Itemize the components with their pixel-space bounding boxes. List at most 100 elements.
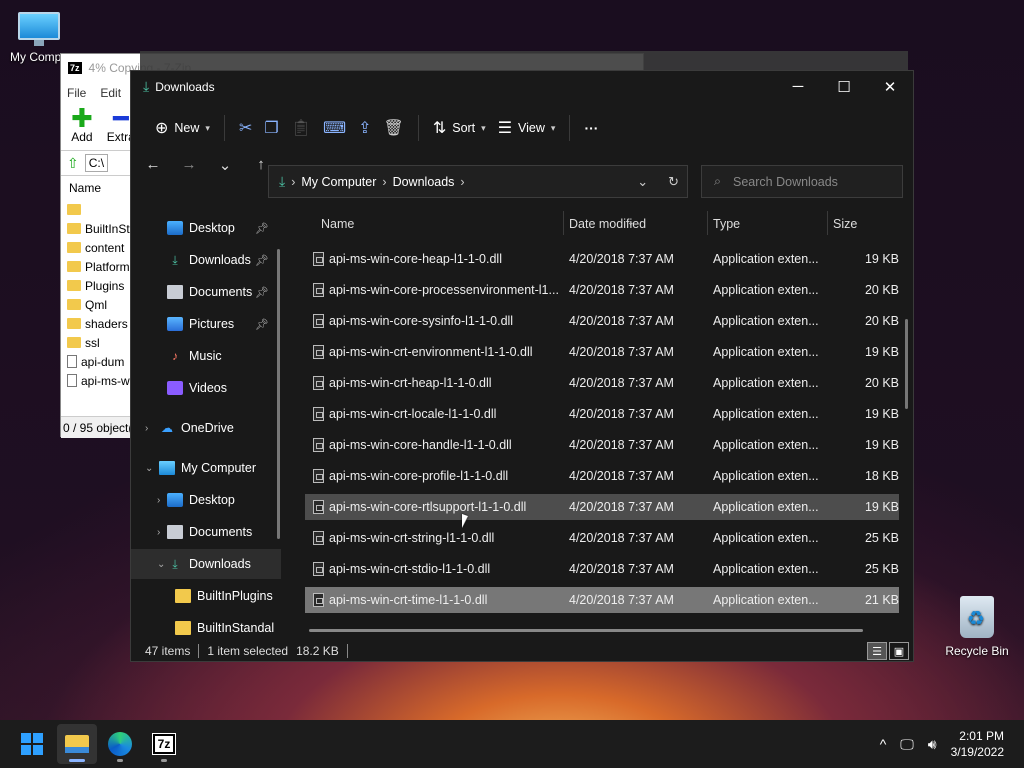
breadcrumb-downloads[interactable]: Downloads — [393, 175, 455, 189]
taskbar-file-explorer[interactable] — [57, 724, 97, 764]
taskbar-edge[interactable] — [100, 724, 140, 764]
navigation-pane[interactable]: Desktop 📌︎ ⤓ Downloads 📌︎ Documents 📌︎ Pictures… — [131, 209, 281, 639]
paste-button[interactable]: 📋︎ — [285, 111, 317, 145]
recent-locations-button[interactable]: ⌄ — [209, 156, 241, 174]
more-options-button[interactable]: ··· — [578, 111, 604, 145]
sort-button[interactable]: ⇅ Sort ▾ — [427, 111, 492, 145]
sidebar-item-desktop[interactable]: › Desktop — [131, 485, 281, 515]
file-explorer-window[interactable]: ⤓ Downloads ─ ☐ ✕ ⊕ New ▾ ✂ ❐ 📋︎ ⌨ ⇪ 🗑︎ … — [130, 70, 914, 662]
menu-file[interactable]: File — [67, 86, 86, 100]
file-row[interactable]: api-ms-win-crt-stdio-l1-1-0.dll 4/20/2018… — [305, 556, 899, 582]
close-button[interactable]: ✕ — [867, 71, 913, 102]
file-row[interactable]: api-ms-win-core-profile-l1-1-0.dll 4/20/2… — [305, 463, 899, 489]
sevenzip-logo-icon: 7z — [67, 61, 83, 75]
file-list[interactable]: Name ⌄ Date modified Type Size api-ms-wi… — [305, 209, 905, 635]
search-input[interactable]: ⌕ Search Downloads — [701, 165, 903, 198]
cut-button[interactable]: ✂ — [233, 111, 258, 145]
file-row[interactable]: api-ms-win-core-handle-l1-1-0.dll 4/20/20… — [305, 432, 899, 458]
rename-icon: ⌨ — [323, 120, 347, 137]
file-size: 19 KB — [864, 500, 899, 514]
explorer-titlebar[interactable]: ⤓ Downloads ─ ☐ ✕ — [131, 71, 913, 102]
tiles-view-icon[interactable]: ▣ — [889, 642, 909, 660]
view-button[interactable]: ☰ View ▾ — [492, 111, 562, 145]
network-icon[interactable]: 🖵︎ — [900, 736, 914, 753]
file-date: 4/20/2018 7:37 AM — [569, 562, 674, 576]
sidebar-item-downloads[interactable]: ⤓ Downloads 📌︎ — [131, 245, 281, 275]
file-date: 4/20/2018 7:37 AM — [569, 438, 674, 452]
details-view-icon[interactable]: ☰ — [867, 642, 887, 660]
sidebar-item-videos[interactable]: Videos — [131, 373, 281, 403]
file-row[interactable]: api-ms-win-core-rtlsupport-l1-1-0.dll 4/2… — [305, 494, 899, 520]
file-row[interactable]: api-ms-win-core-processenvironment-l1...… — [305, 277, 899, 303]
dll-file-icon — [313, 593, 324, 607]
file-date: 4/20/2018 7:37 AM — [569, 345, 674, 359]
chevron-right-icon[interactable]: › — [157, 527, 160, 538]
doc-icon — [167, 525, 183, 539]
file-type: Application exten... — [713, 593, 819, 607]
delete-button[interactable]: 🗑︎ — [378, 111, 410, 145]
file-type: Application exten... — [713, 376, 819, 390]
sidebar-item-onedrive[interactable]: › ☁ OneDrive — [131, 413, 281, 443]
desktop-icon-recycle-bin[interactable]: Recycle Bin — [940, 596, 1014, 658]
sevenzip-item-name: content — [85, 240, 125, 255]
file-row[interactable]: api-ms-win-crt-string-l1-1-0.dll 4/20/201… — [305, 525, 899, 551]
sidebar-item-pictures[interactable]: Pictures 📌︎ — [131, 309, 281, 339]
menu-edit[interactable]: Edit — [100, 86, 121, 100]
up-folder-icon[interactable]: ⇧ — [67, 155, 79, 172]
sidebar-item-builtinplugins[interactable]: BuiltInPlugins — [131, 581, 281, 611]
horizontal-scrollbar[interactable] — [309, 629, 863, 632]
forward-button[interactable]: → — [173, 156, 205, 174]
sidebar-item-downloads[interactable]: ⌄ ⤓ Downloads — [131, 549, 281, 579]
taskbar-7zip[interactable]: 7z — [144, 724, 184, 764]
file-row[interactable]: api-ms-win-crt-locale-l1-1-0.dll 4/20/201… — [305, 401, 899, 427]
rename-button[interactable]: ⌨ — [317, 111, 352, 145]
copy-button[interactable]: ❐ — [258, 111, 284, 145]
file-row[interactable]: api-ms-win-crt-heap-l1-1-0.dll 4/20/2018 … — [305, 370, 899, 396]
sidebar-item-music[interactable]: ♪ Music — [131, 341, 281, 371]
sidebar-item-label: Downloads — [189, 557, 251, 571]
sidebar-item-label: Music — [189, 349, 222, 363]
pin-icon: 📌︎ — [255, 222, 269, 235]
chevron-right-icon[interactable]: › — [157, 495, 160, 506]
sort-icon: ⇅ — [432, 120, 447, 137]
search-placeholder: Search Downloads — [733, 174, 838, 189]
clock-date: 3/19/2022 — [950, 745, 1004, 759]
tray-overflow-chevron-icon[interactable]: ^ — [880, 736, 887, 752]
sidebar-item-documents[interactable]: › Documents — [131, 517, 281, 547]
column-type[interactable]: Type — [713, 217, 740, 231]
chevron-down-icon[interactable]: ⌄ — [157, 559, 165, 570]
sidebar-item-desktop[interactable]: Desktop 📌︎ — [131, 213, 281, 243]
breadcrumb-my-computer[interactable]: My Computer — [301, 175, 376, 189]
chevron-right-icon[interactable]: › — [145, 423, 148, 434]
address-dropdown-icon[interactable]: ⌄ — [637, 174, 648, 190]
maximize-button[interactable]: ☐ — [821, 71, 867, 102]
start-button[interactable] — [12, 724, 52, 764]
nav-scrollbar[interactable] — [277, 249, 280, 539]
file-row[interactable]: api-ms-win-crt-time-l1-1-0.dll 4/20/2018 … — [305, 587, 899, 613]
column-size[interactable]: Size — [833, 217, 857, 231]
file-list-scrollbar[interactable] — [905, 319, 908, 409]
add-button[interactable]: ✚ Add — [71, 105, 93, 144]
dl-icon: ⤓ — [172, 556, 178, 571]
folder-icon — [67, 299, 81, 310]
share-button[interactable]: ⇪ — [352, 111, 377, 145]
sidebar-item-my-computer[interactable]: ⌄ My Computer — [131, 453, 281, 483]
chevron-down-icon[interactable]: ⌄ — [145, 463, 153, 474]
file-row[interactable]: api-ms-win-core-sysinfo-l1-1-0.dll 4/20/2… — [305, 308, 899, 334]
chevron-down-icon: ▾ — [550, 122, 556, 133]
back-button[interactable]: ← — [137, 156, 169, 174]
file-row[interactable]: api-ms-win-crt-environment-l1-1-0.dll 4/2… — [305, 339, 899, 365]
clock[interactable]: 2:01 PM 3/19/2022 — [951, 728, 1004, 760]
address-bar[interactable]: ⤓ › My Computer › Downloads › ⌄ ↻ — [268, 165, 688, 198]
new-button[interactable]: ⊕ New ▾ — [149, 111, 216, 145]
sidebar-item-documents[interactable]: Documents 📌︎ — [131, 277, 281, 307]
volume-icon[interactable]: 🔊︎ — [928, 736, 937, 753]
column-name[interactable]: Name — [321, 217, 354, 231]
column-date[interactable]: Date modified — [569, 217, 646, 231]
file-row[interactable]: api-ms-win-core-heap-l1-1-0.dll 4/20/2018… — [305, 246, 899, 272]
refresh-icon[interactable]: ↻ — [668, 174, 679, 190]
minimize-button[interactable]: ─ — [775, 71, 821, 102]
pin-icon: 📌︎ — [255, 318, 269, 331]
sidebar-item-builtinstandal[interactable]: BuiltInStandal — [131, 613, 281, 639]
pc-icon — [159, 461, 175, 475]
